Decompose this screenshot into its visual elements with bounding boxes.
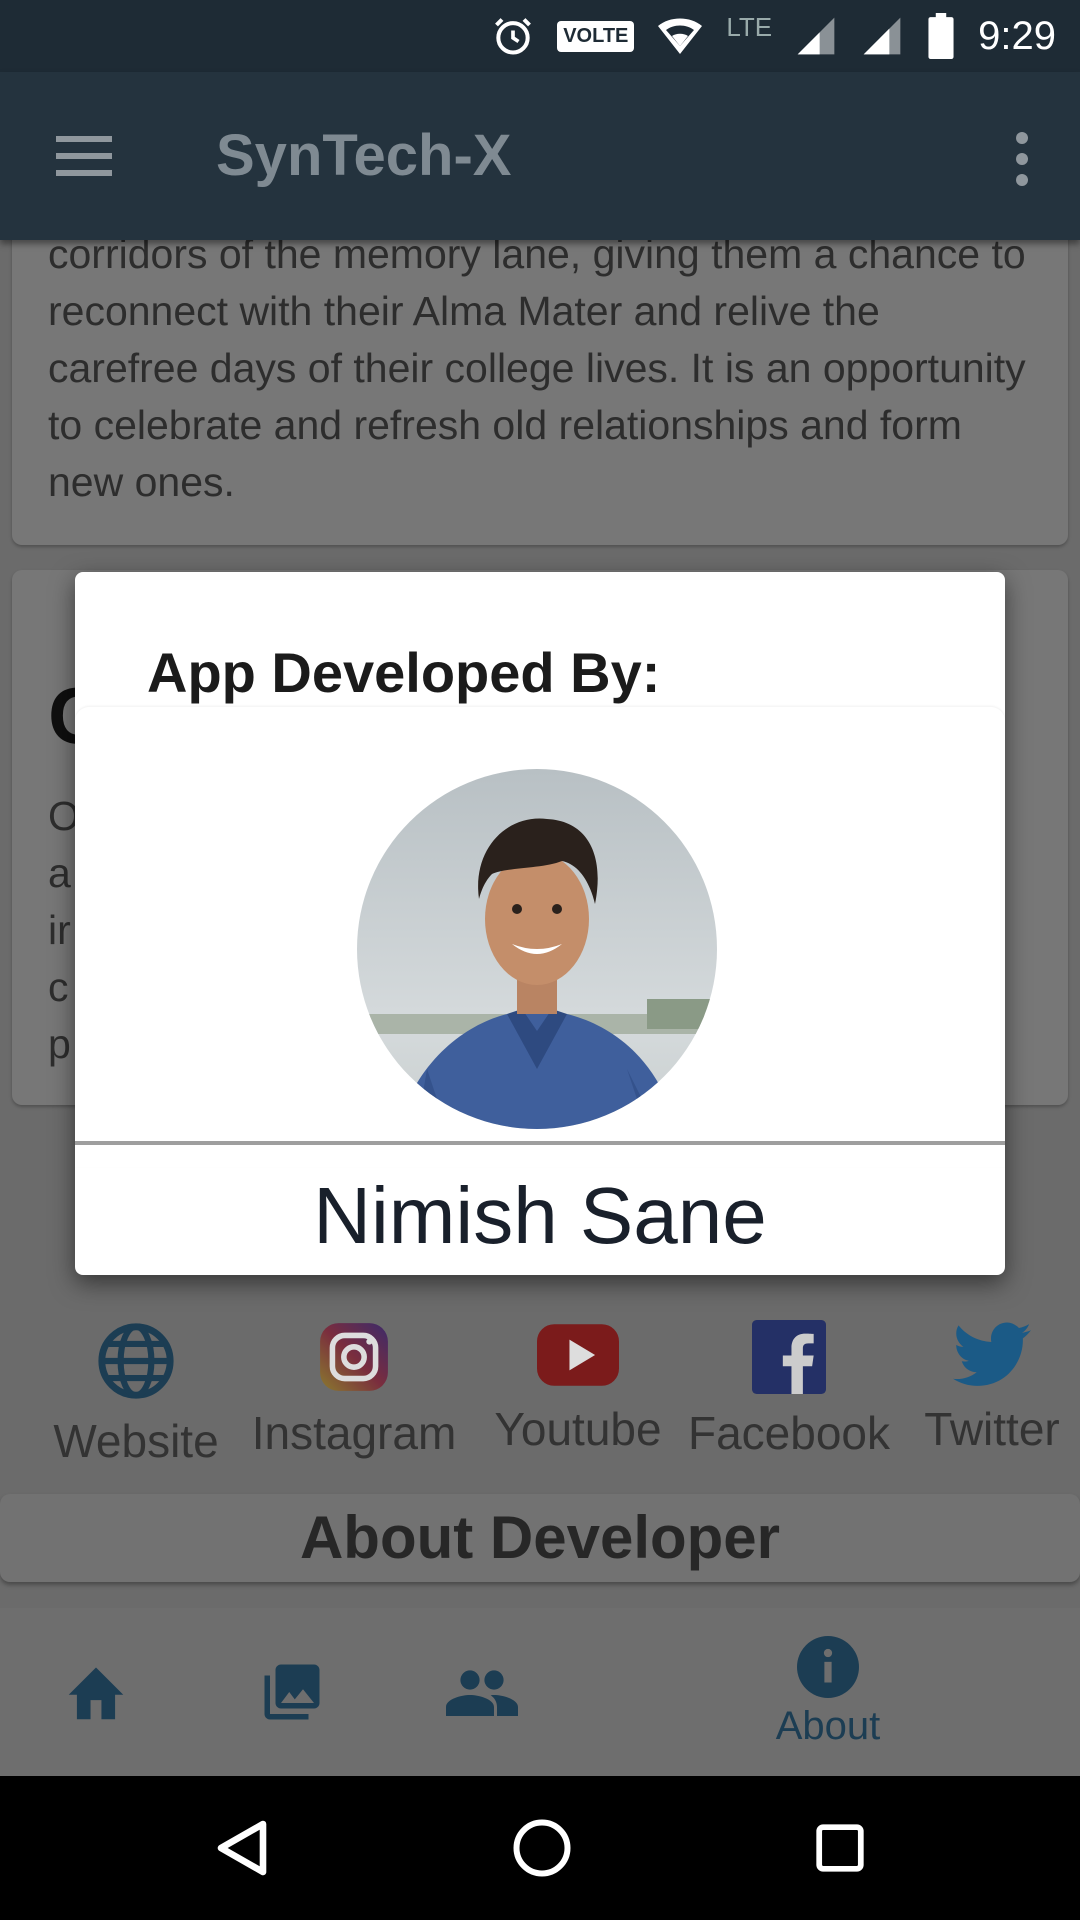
developer-name: Nimish Sane: [313, 1171, 767, 1260]
back-button[interactable]: [200, 1776, 284, 1920]
network-type: LTE: [726, 11, 773, 42]
recents-button[interactable]: [798, 1776, 882, 1920]
globe-icon: [98, 1323, 174, 1399]
more-options-icon[interactable]: [1016, 132, 1030, 195]
facebook-link[interactable]: Facebook: [684, 1320, 894, 1460]
social-label: Facebook: [687, 1407, 890, 1459]
gallery-icon: [264, 1664, 320, 1720]
app-bar: SynTech-X: [0, 72, 1080, 240]
twitter-link[interactable]: Twitter: [912, 1320, 1072, 1456]
bottom-navigation: About: [0, 1608, 1080, 1776]
social-label: Website: [53, 1415, 219, 1467]
nav-team[interactable]: [440, 1608, 524, 1776]
youtube-link[interactable]: Youtube: [486, 1320, 670, 1456]
info-card: corridors of the memory lane, giving the…: [12, 200, 1068, 545]
recents-icon: [816, 1824, 864, 1872]
wifi-icon: [658, 18, 703, 54]
nav-home[interactable]: [54, 1608, 138, 1776]
status-time: 9:29: [978, 13, 1056, 58]
card-body-text: corridors of the memory lane, giving the…: [48, 231, 1026, 505]
developer-avatar: [357, 769, 717, 1129]
instagram-link[interactable]: Instagram: [246, 1320, 462, 1460]
instagram-icon: [320, 1323, 388, 1391]
dialog-content: [75, 707, 1005, 1167]
info-icon: [797, 1635, 859, 1698]
dialog-divider: [75, 1141, 1005, 1145]
signal-icon: [797, 17, 835, 55]
nav-gallery[interactable]: [250, 1608, 334, 1776]
youtube-icon: [537, 1324, 619, 1386]
social-links: Website Instagram Youtube Facebook Twitt…: [0, 1320, 1080, 1480]
home-icon: [68, 1667, 124, 1720]
dialog-title: App Developed By:: [147, 641, 661, 704]
home-button[interactable]: [500, 1776, 584, 1920]
battery-icon: [928, 13, 954, 59]
nav-label: About: [775, 1703, 881, 1748]
social-label: Instagram: [251, 1407, 457, 1459]
social-label: Twitter: [924, 1403, 1060, 1455]
developer-dialog: App Developed By: Nimish Sane: [75, 572, 1005, 1275]
people-icon: [446, 1670, 518, 1716]
app-title: SynTech-X: [216, 123, 512, 188]
menu-icon[interactable]: [56, 136, 112, 176]
back-icon: [217, 1820, 267, 1876]
system-navigation-bar: [0, 1776, 1080, 1920]
signal-icon: [863, 17, 901, 55]
alarm-icon: [495, 18, 532, 55]
volte-badge: VOLTE: [557, 20, 635, 52]
social-label: Youtube: [494, 1403, 662, 1455]
nav-about[interactable]: About: [760, 1608, 896, 1776]
home-circle-icon: [513, 1819, 571, 1877]
about-developer-button[interactable]: About Developer: [0, 1494, 1080, 1582]
status-bar: VOLTE LTE 9:29: [0, 0, 1080, 72]
twitter-icon: [953, 1322, 1031, 1386]
website-link[interactable]: Website: [48, 1320, 224, 1468]
facebook-icon: [752, 1320, 826, 1394]
